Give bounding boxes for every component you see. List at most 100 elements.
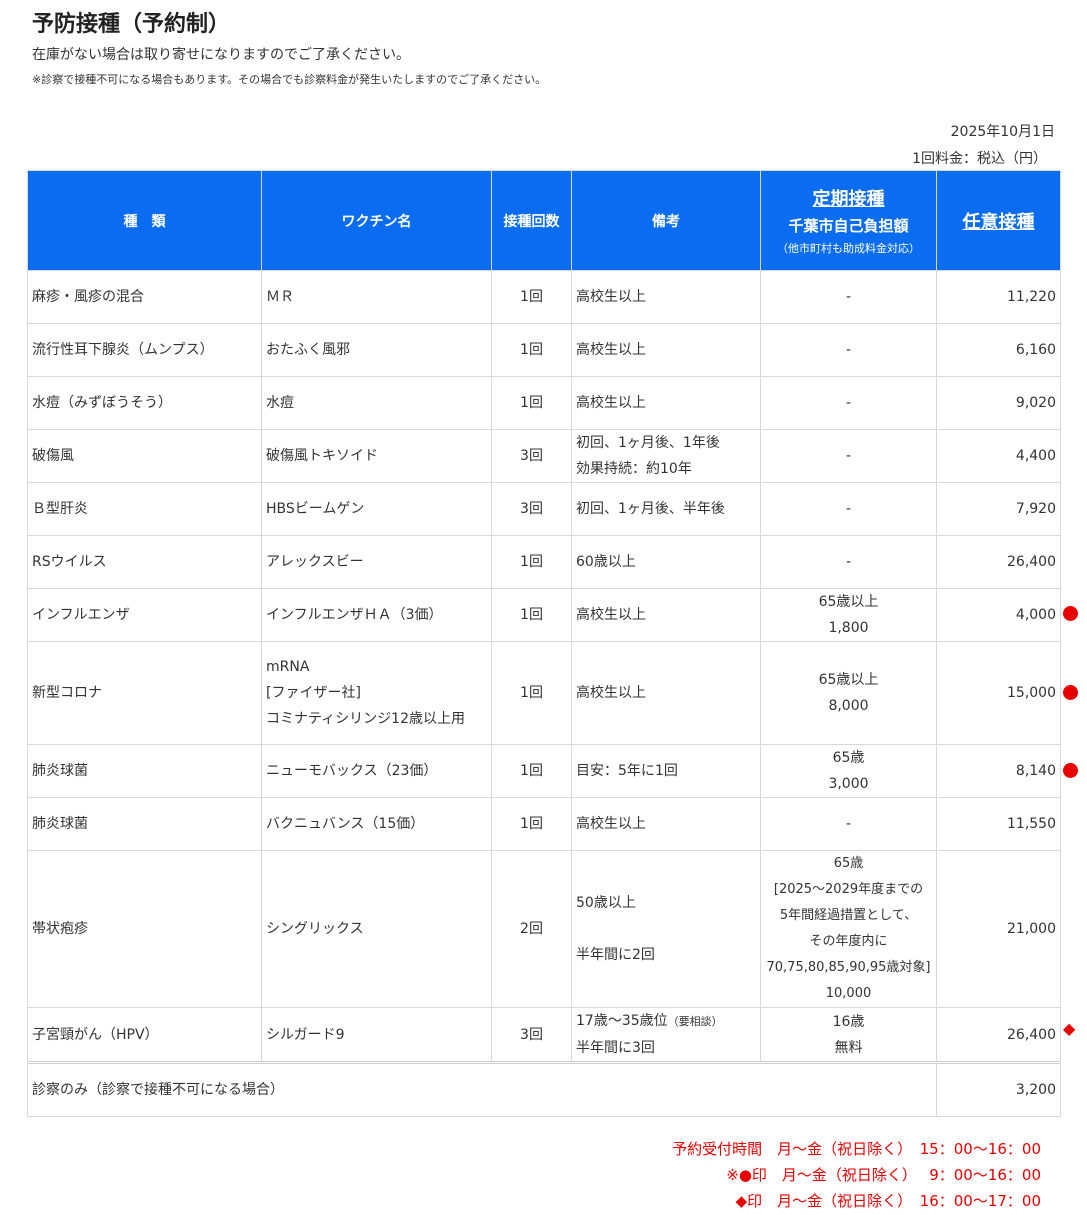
- remarks-schedule: 半年間に3回: [576, 1040, 655, 1056]
- cell-price: 8,140: [936, 744, 1061, 798]
- table-row: 肺炎球菌 ニューモバックス（23価） 1回 目安：5年に1回 65歳 3,000…: [27, 744, 1061, 798]
- cell-remarks: 高校生以上: [571, 588, 761, 642]
- voluntary-vaccination-link[interactable]: 任意接種: [963, 212, 1035, 233]
- cell-price: 26,400: [936, 1007, 1061, 1063]
- cell-remarks: 目安：5年に1回: [571, 744, 761, 798]
- cell-price: 11,550: [936, 797, 1061, 851]
- cell-routine: -: [760, 535, 937, 589]
- cell-doses: 1回: [491, 376, 572, 430]
- cell-doses: 1回: [491, 270, 572, 324]
- dot-mark-hours: ※●印 月～金（祝日除く） 9：00～16：00: [726, 1166, 1041, 1184]
- cell-routine: 65歳以上 8,000: [760, 641, 937, 745]
- cell-remarks: 高校生以上: [571, 270, 761, 324]
- cell-kind: 流行性耳下腺炎（ムンプス）: [27, 323, 262, 377]
- reservation-hours: 予約受付時間 月～金（祝日除く） 15：00～16：00: [672, 1140, 1041, 1158]
- table-row: 帯状疱疹 シングリックス 2回 50歳以上 半年間に2回 65歳 [2025～2…: [27, 850, 1061, 1008]
- cell-doses: 1回: [491, 323, 572, 377]
- cell-remarks: 高校生以上: [571, 376, 761, 430]
- cell-remarks: 初回、1ヶ月後、半年後: [571, 482, 761, 536]
- cell-price: 21,000: [936, 850, 1061, 1008]
- diamond-mark-hours: ◆印 月～金（祝日除く） 16：00～17：00: [735, 1192, 1041, 1210]
- cell-price: 7,920: [936, 482, 1061, 536]
- remarks-age-range: 17歳～35歳位: [576, 1013, 668, 1029]
- cell-vaccine: ＭＲ: [261, 270, 492, 324]
- table-row: 水痘（みずぼうそう） 水痘 1回 高校生以上 - 9,020: [27, 376, 1061, 430]
- cell-kind: 帯状疱疹: [27, 850, 262, 1008]
- cell-remarks: 高校生以上: [571, 797, 761, 851]
- table-row: 流行性耳下腺炎（ムンプス） おたふく風邪 1回 高校生以上 - 6,160: [27, 323, 1061, 377]
- cell-vaccine: バクニュバンス（15価）: [261, 797, 492, 851]
- cell-vaccine: 破傷風トキソイド: [261, 429, 492, 483]
- table-row: インフルエンザ インフルエンザＨＡ（3価） 1回 高校生以上 65歳以上 1,8…: [27, 588, 1061, 642]
- cell-kind: 肺炎球菌: [27, 744, 262, 798]
- cell-doses: 1回: [491, 535, 572, 589]
- cell-vaccine: シルガード9: [261, 1007, 492, 1063]
- vaccination-price-table: 種 類 ワクチン名 接種回数 備考 定期接種 千葉市自己負担額 （他市町村も助成…: [27, 170, 1061, 1117]
- cell-doses: 1回: [491, 797, 572, 851]
- col-header-routine: 定期接種 千葉市自己負担額 （他市町村も助成料金対応）: [760, 170, 937, 271]
- cell-vaccine: おたふく風邪: [261, 323, 492, 377]
- red-dot-mark: [1063, 685, 1079, 701]
- stock-note: 在庫がない場合は取り寄せになりますのでご了承ください。: [32, 47, 410, 63]
- cell-price: 4,400: [936, 429, 1061, 483]
- cell-routine: -: [760, 797, 937, 851]
- table-row: 子宮頸がん（HPV） シルガード9 3回 17歳～35歳位（要相談） 半年間に3…: [27, 1007, 1061, 1063]
- exam-only-row: 診察のみ（診察で接種不可になる場合） 3,200: [27, 1061, 1061, 1117]
- routine-note-label: （他市町村も助成料金対応）: [777, 242, 920, 255]
- cell-routine: -: [760, 323, 937, 377]
- cell-exam-label: 診察のみ（診察で接種不可になる場合）: [27, 1061, 937, 1117]
- exam-fee-note: ※診察で接種不可になる場合もあります。その場合でも診察料金が発生いたしますのでご…: [32, 73, 547, 86]
- col-header-doses: 接種回数: [491, 170, 572, 271]
- cell-vaccine: HBSビームゲン: [261, 482, 492, 536]
- col-header-remarks: 備考: [571, 170, 761, 271]
- cell-kind: 新型コロナ: [27, 641, 262, 745]
- cell-price: 15,000: [936, 641, 1061, 745]
- cell-routine: 65歳以上 1,800: [760, 588, 937, 642]
- page-title: 予防接種（予約制）: [32, 12, 231, 37]
- cell-doses: 2回: [491, 850, 572, 1008]
- cell-kind: 麻疹・風疹の混合: [27, 270, 262, 324]
- cell-vaccine: ニューモバックス（23価）: [261, 744, 492, 798]
- cell-price: 4,000: [936, 588, 1061, 642]
- cell-doses: 3回: [491, 482, 572, 536]
- cell-vaccine: 水痘: [261, 376, 492, 430]
- cell-doses: 3回: [491, 429, 572, 483]
- table-row: 新型コロナ mRNA [ファイザー社] コミナティシリンジ12歳以上用 1回 高…: [27, 641, 1061, 745]
- cell-kind: 子宮頸がん（HPV）: [27, 1007, 262, 1063]
- cell-routine: -: [760, 270, 937, 324]
- table-row: 麻疹・風疹の混合 ＭＲ 1回 高校生以上 - 11,220: [27, 270, 1061, 324]
- cell-remarks: 17歳～35歳位（要相談） 半年間に3回: [571, 1007, 761, 1063]
- cell-kind: インフルエンザ: [27, 588, 262, 642]
- col-header-vaccine: ワクチン名: [261, 170, 492, 271]
- cell-kind: 肺炎球菌: [27, 797, 262, 851]
- cell-remarks: 60歳以上: [571, 535, 761, 589]
- cell-routine: 65歳 3,000: [760, 744, 937, 798]
- cell-vaccine: インフルエンザＨＡ（3価）: [261, 588, 492, 642]
- table-row: Ｂ型肝炎 HBSビームゲン 3回 初回、1ヶ月後、半年後 - 7,920: [27, 482, 1061, 536]
- cell-doses: 1回: [491, 588, 572, 642]
- cell-kind: RSウイルス: [27, 535, 262, 589]
- routine-vaccination-link[interactable]: 定期接種: [813, 189, 885, 210]
- price-date: 2025年10月1日: [950, 124, 1055, 140]
- cell-vaccine: シングリックス: [261, 850, 492, 1008]
- table-row: 破傷風 破傷風トキソイド 3回 初回、1ヶ月後、1年後 効果持続：約10年 - …: [27, 429, 1061, 483]
- cell-price: 6,160: [936, 323, 1061, 377]
- price-unit-note: 1回料金：税込（円）: [912, 151, 1047, 167]
- cell-price: 11,220: [936, 270, 1061, 324]
- cell-routine: 65歳 [2025～2029年度までの 5年間経過措置として、 その年度内に 7…: [760, 850, 937, 1008]
- red-dot-mark: [1063, 606, 1079, 622]
- cell-remarks: 50歳以上 半年間に2回: [571, 850, 761, 1008]
- cell-routine: 16歳 無料: [760, 1007, 937, 1063]
- col-header-kind: 種 類: [27, 170, 262, 271]
- cell-exam-price: 3,200: [936, 1061, 1061, 1117]
- cell-remarks: 高校生以上: [571, 641, 761, 745]
- routine-sub-label: 千葉市自己負担額: [788, 217, 909, 235]
- cell-vaccine: アレックスビー: [261, 535, 492, 589]
- red-diamond-mark: ◆: [1063, 1019, 1076, 1038]
- cell-price: 26,400: [936, 535, 1061, 589]
- red-dot-mark: [1063, 763, 1079, 779]
- cell-remarks: 初回、1ヶ月後、1年後 効果持続：約10年: [571, 429, 761, 483]
- cell-kind: 水痘（みずぼうそう）: [27, 376, 262, 430]
- cell-doses: 1回: [491, 744, 572, 798]
- cell-routine: -: [760, 376, 937, 430]
